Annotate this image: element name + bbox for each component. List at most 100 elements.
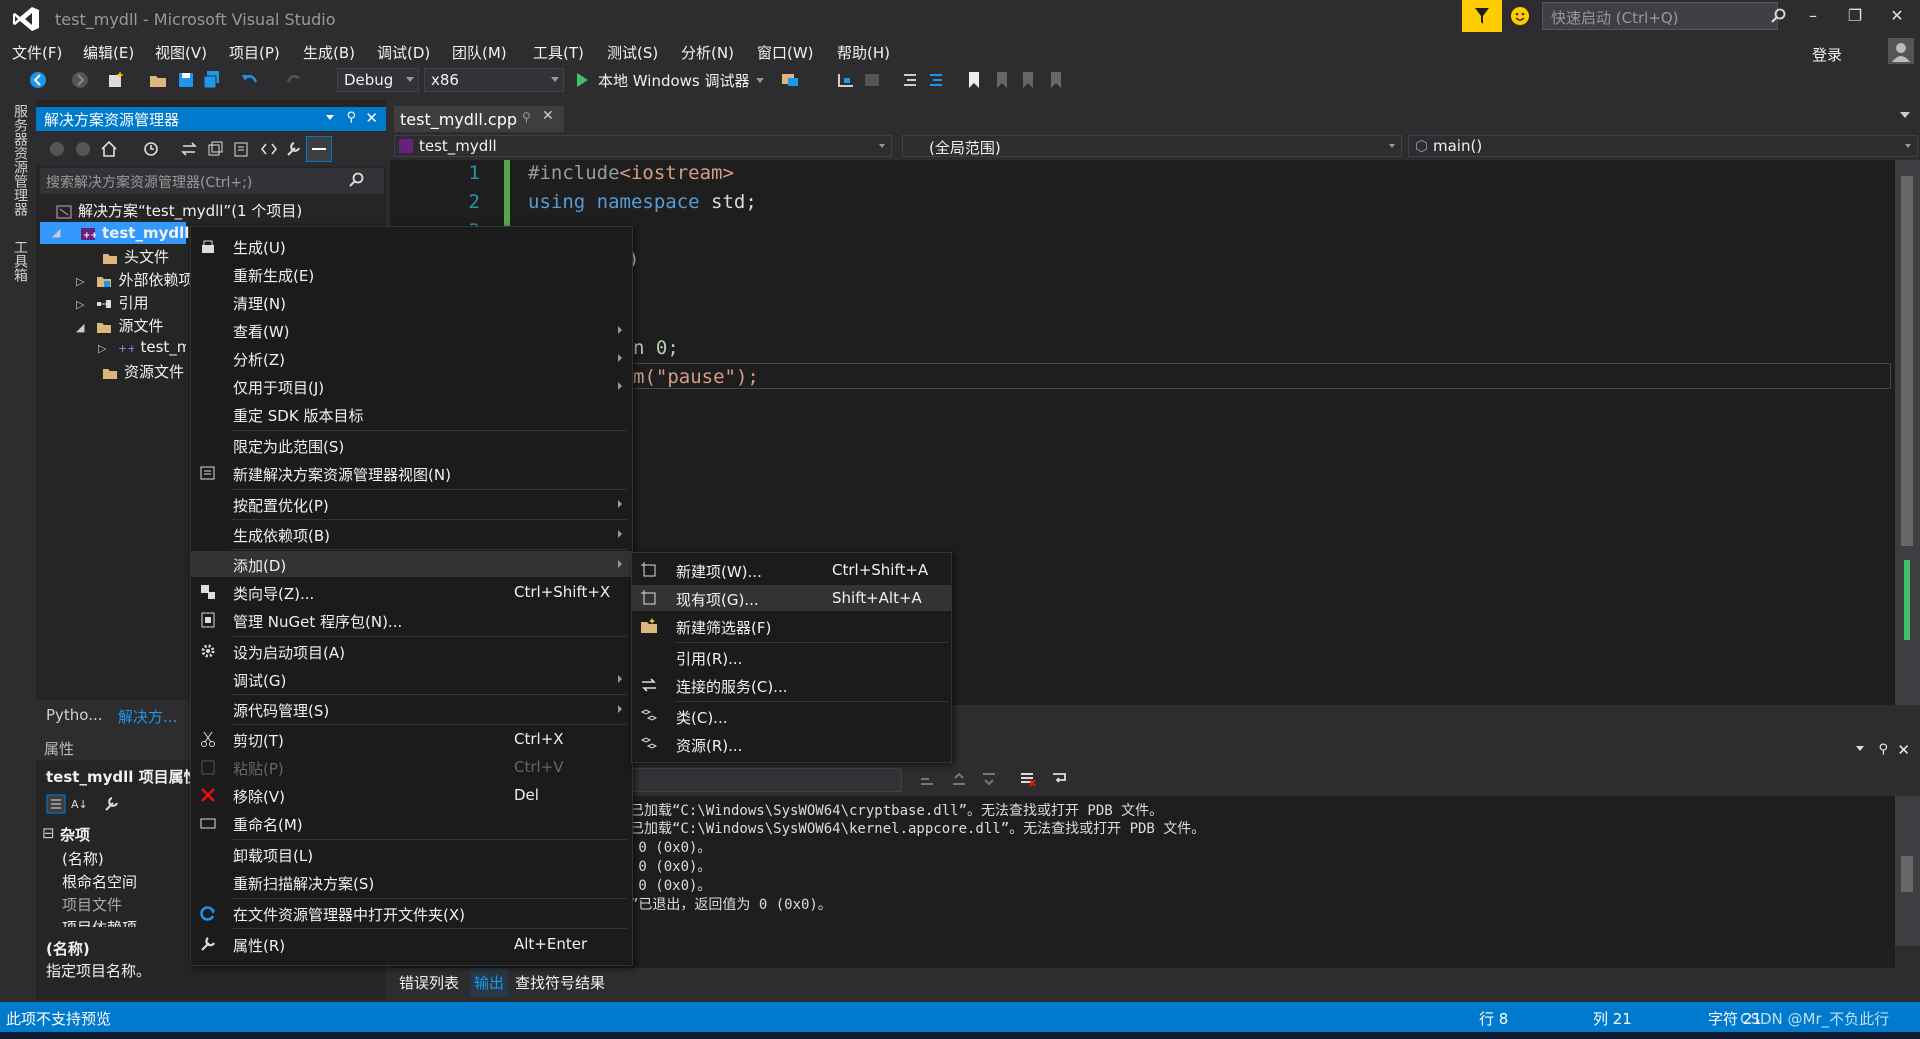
clear-all-icon[interactable]	[1018, 770, 1036, 788]
property-project-file[interactable]: 项目文件	[62, 894, 122, 915]
tree-source-files[interactable]: ◢ 源文件	[76, 315, 163, 337]
redo-icon[interactable]	[284, 70, 304, 90]
menu-item-rescan-solution[interactable]: 重新扫描解决方案(S)	[191, 869, 632, 895]
tab-find-symbol-results[interactable]: 查找符号结果	[515, 972, 605, 993]
sort-alpha-icon[interactable]: A↓	[70, 794, 90, 814]
expanded-caret-icon[interactable]: ◢	[52, 226, 60, 239]
previous-message-icon[interactable]	[950, 770, 968, 788]
pin-icon[interactable]: ⚲	[346, 110, 356, 125]
solution-platform-select[interactable]: x86	[424, 68, 564, 92]
menu-item-add[interactable]: 添加(D)	[191, 551, 632, 577]
submenu-item-connected-service[interactable]: 连接的服务(C)...	[632, 672, 951, 698]
menu-build[interactable]: 生成(B)	[303, 42, 355, 63]
bookmark-icon[interactable]	[964, 70, 984, 90]
avatar[interactable]	[1888, 38, 1914, 64]
menu-item-debug[interactable]: 调试(G)	[191, 666, 632, 692]
tab-python[interactable]: Pytho...	[46, 706, 103, 724]
menu-item-view[interactable]: 查看(W)	[191, 317, 632, 343]
sync-icon[interactable]	[180, 140, 198, 158]
home-icon[interactable]	[100, 140, 118, 158]
menu-item-project-only[interactable]: 仅用于项目(J)	[191, 373, 632, 399]
menu-item-clean[interactable]: 清理(N)	[191, 289, 632, 315]
submenu-item-new-item[interactable]: 新建项(W)... Ctrl+Shift+A	[632, 557, 951, 583]
tab-solution-explorer[interactable]: 解决方...	[118, 706, 177, 727]
expanded-caret-icon[interactable]: ◢	[76, 321, 84, 334]
menu-help[interactable]: 帮助(H)	[837, 42, 890, 63]
preview-selected-items-button[interactable]	[306, 136, 332, 162]
pin-icon[interactable]: ⚲	[1878, 742, 1888, 757]
browser-link-icon[interactable]	[780, 70, 800, 90]
sign-in-link[interactable]: 登录	[1812, 44, 1842, 65]
comment-lines-icon[interactable]	[900, 70, 920, 90]
new-project-icon[interactable]	[106, 70, 126, 90]
tab-error-list[interactable]: 错误列表	[399, 972, 459, 993]
menu-item-build[interactable]: 生成(U)	[191, 233, 632, 259]
collapsed-caret-icon[interactable]: ▷	[76, 298, 84, 311]
menu-test[interactable]: 测试(S)	[607, 42, 658, 63]
close-window-button[interactable]: ✕	[1885, 6, 1909, 26]
forward-icon[interactable]	[74, 140, 92, 158]
menu-debug[interactable]: 调试(D)	[377, 42, 430, 63]
menu-project[interactable]: 项目(P)	[229, 42, 280, 63]
tab-test-mydll-cpp[interactable]: test_mydll.cpp ⚲ ✕	[394, 106, 564, 132]
submenu-item-new-filter[interactable]: 新建筛选器(F)	[632, 613, 951, 639]
tree-header-files[interactable]: 头文件	[102, 246, 169, 268]
submenu-item-reference[interactable]: 引用(R)...	[632, 644, 951, 670]
menu-team[interactable]: 团队(M)	[452, 42, 507, 63]
menu-item-scope-to-this[interactable]: 限定为此范围(S)	[191, 432, 632, 458]
wrench-icon[interactable]	[284, 140, 302, 158]
properties-object[interactable]: test_mydll 项目属性	[46, 766, 199, 787]
quick-launch-input[interactable]: 快速启动 (Ctrl+Q)	[1542, 2, 1778, 30]
next-bookmark-icon[interactable]	[1018, 70, 1038, 90]
feedback-smiley-icon[interactable]	[1510, 6, 1530, 26]
editor-vertical-scrollbar[interactable]	[1895, 160, 1920, 705]
start-debugging-button[interactable]: 本地 Windows 调试器	[574, 68, 764, 92]
menu-item-unload-project[interactable]: 卸载项目(L)	[191, 841, 632, 867]
property-pages-icon[interactable]	[102, 794, 122, 814]
back-icon[interactable]	[48, 140, 66, 158]
submenu-item-class[interactable]: 类(C)...	[632, 703, 951, 729]
tree-project-node[interactable]: ◢ ++ test_mydll	[40, 222, 189, 244]
menu-item-source-control[interactable]: 源代码管理(S)	[191, 696, 632, 722]
menu-item-paste[interactable]: 粘贴(P) Ctrl+V	[191, 754, 632, 780]
back-icon[interactable]	[28, 70, 48, 90]
view-code-icon[interactable]	[260, 140, 278, 158]
menu-item-properties[interactable]: 属性(R) Alt+Enter	[191, 931, 632, 957]
server-explorer-tab[interactable]: 服务器资源管理器	[10, 104, 30, 216]
collapse-all-icon[interactable]	[206, 140, 224, 158]
menu-item-cut[interactable]: 剪切(T) Ctrl+X	[191, 726, 632, 752]
close-icon[interactable]: ✕	[1897, 741, 1910, 759]
project-nav-select[interactable]: test_mydll	[394, 135, 892, 157]
menu-item-class-wizard[interactable]: 类向导(Z)... Ctrl+Shift+X	[191, 579, 632, 605]
menu-item-new-se-view[interactable]: 新建解决方案资源管理器视图(N)	[191, 460, 632, 486]
output-source-select[interactable]	[630, 768, 902, 792]
step-icon[interactable]	[836, 70, 856, 90]
toggle-word-wrap-icon[interactable]	[1050, 770, 1068, 788]
menu-item-remove[interactable]: 移除(V) Del	[191, 782, 632, 808]
menu-item-build-deps[interactable]: 生成依赖项(B)	[191, 521, 632, 547]
property-root-namespace[interactable]: 根命名空间	[62, 871, 137, 892]
next-message-icon[interactable]	[980, 770, 998, 788]
solution-explorer-search-input[interactable]: 搜索解决方案资源管理器(Ctrl+;)	[40, 168, 384, 194]
save-all-icon[interactable]	[202, 70, 222, 90]
clear-bookmarks-icon[interactable]	[1046, 70, 1066, 90]
find-message-icon[interactable]	[918, 770, 936, 788]
panel-menu-icon[interactable]	[1856, 746, 1864, 751]
close-icon[interactable]: ✕	[365, 109, 378, 127]
menu-tools[interactable]: 工具(T)	[533, 42, 584, 63]
solution-configuration-select[interactable]: Debug	[337, 68, 419, 92]
minimize-button[interactable]: –	[1801, 6, 1825, 26]
undo-icon[interactable]	[240, 70, 260, 90]
open-file-icon[interactable]	[148, 70, 168, 90]
tree-cpp-file[interactable]: ▷++test_mydll.cpp	[98, 338, 186, 360]
menu-window[interactable]: 窗口(W)	[757, 42, 814, 63]
pin-icon[interactable]: ⚲	[522, 110, 531, 124]
close-tab-icon[interactable]: ✕	[542, 108, 554, 124]
toolbox-tab[interactable]: 工具箱	[10, 240, 30, 282]
collapsed-caret-icon[interactable]: ▷	[76, 275, 84, 288]
tree-external-deps[interactable]: ▷ 外部依赖项	[76, 269, 193, 291]
menu-item-pgo[interactable]: 按配置优化(P)	[191, 491, 632, 517]
menu-item-retarget-sdk[interactable]: 重定 SDK 版本目标	[191, 401, 632, 427]
scroll-thumb[interactable]	[1901, 176, 1913, 546]
submenu-item-existing-item[interactable]: 现有项(G)... Shift+Alt+A	[632, 585, 951, 611]
